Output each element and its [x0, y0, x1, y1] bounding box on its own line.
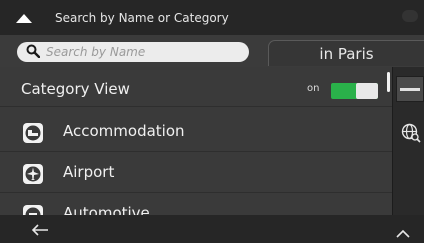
back-arrow-icon[interactable]	[30, 222, 50, 241]
chevron-up-icon[interactable]	[395, 223, 411, 242]
search-input[interactable]: Search by Name	[17, 42, 249, 62]
bottom-bar	[0, 215, 424, 243]
search-icon	[26, 43, 41, 62]
bed-icon	[23, 123, 43, 143]
category-view-label: Category View	[21, 80, 130, 98]
title-bar: Search by Name or Category	[0, 0, 424, 35]
globe-search-icon[interactable]	[400, 122, 422, 148]
airplane-icon	[23, 164, 43, 184]
list-item-accommodation[interactable]: Accommodation	[0, 112, 392, 152]
list-item-label: Airport	[63, 163, 115, 181]
list-item-label: Accommodation	[63, 122, 185, 140]
category-view-row[interactable]: Category View on	[0, 67, 392, 107]
status-indicator	[402, 10, 418, 22]
collapse-arrow-icon[interactable]	[14, 10, 34, 29]
map-view-button[interactable]	[396, 76, 424, 102]
location-button[interactable]: in Paris	[268, 40, 424, 66]
category-view-toggle[interactable]	[331, 83, 378, 99]
list-item-airport[interactable]: Airport	[0, 153, 392, 193]
search-placeholder: Search by Name	[46, 45, 146, 59]
page-title: Search by Name or Category	[55, 11, 229, 25]
toggle-state-text: on	[307, 83, 320, 94]
scrollbar[interactable]	[387, 72, 390, 92]
